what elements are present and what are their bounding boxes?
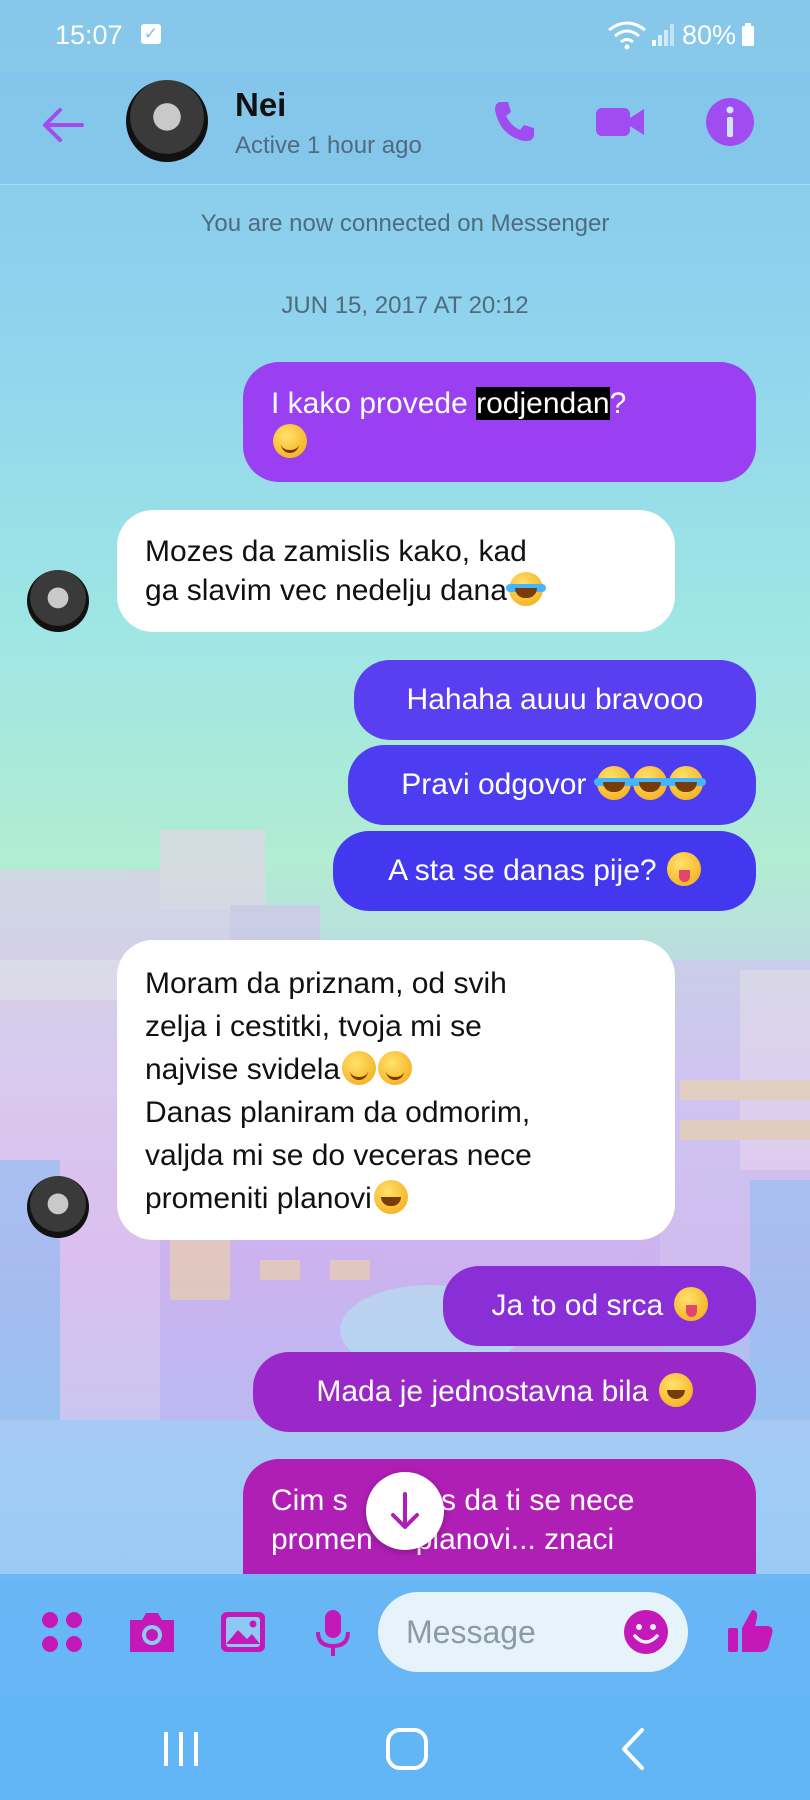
- message-bubble-sent[interactable]: Pravi odgovor: [348, 745, 756, 825]
- thumbs-up-icon[interactable]: [722, 1604, 778, 1660]
- info-icon[interactable]: [702, 94, 758, 150]
- tears-of-joy-emoji-icon: [665, 766, 706, 800]
- tongue-out-emoji-icon: [666, 852, 701, 886]
- tears-of-joy-emoji-icon: [593, 766, 634, 800]
- highlighted-word: rodjendan: [476, 387, 610, 420]
- tears-of-joy-emoji-icon: [629, 766, 670, 800]
- scroll-to-bottom-button[interactable]: [366, 1472, 444, 1550]
- system-navigation-bar: [0, 1696, 810, 1800]
- message-input[interactable]: Message: [378, 1592, 688, 1672]
- wifi-icon: [608, 21, 646, 50]
- smiling-emoji-icon: [378, 1051, 413, 1085]
- laughing-emoji-icon: [658, 1373, 693, 1407]
- date-separator: JUN 15, 2017 AT 20:12: [281, 292, 529, 319]
- message-bubble-sent[interactable]: Mada je jednostavna bila: [253, 1352, 756, 1432]
- contact-avatar-small[interactable]: [27, 1176, 89, 1238]
- message-text: Danas planiram da odmorim,: [145, 1096, 531, 1129]
- signal-icon: [652, 24, 674, 46]
- arrow-down-icon: [391, 1492, 419, 1529]
- contact-name[interactable]: Nei: [235, 86, 286, 124]
- message-text: Mada je jednostavna bila: [316, 1375, 649, 1408]
- clock: 15:07: [55, 20, 123, 50]
- home-icon[interactable]: [382, 1726, 432, 1772]
- message-text: Pravi odgovor: [401, 768, 587, 801]
- message-text: Moram da priznam, od svih: [145, 967, 507, 1000]
- message-placeholder: Message: [406, 1614, 536, 1650]
- message-text: A sta se danas pije?: [388, 854, 657, 887]
- more-actions-icon[interactable]: [34, 1604, 90, 1660]
- contact-avatar[interactable]: [126, 80, 208, 162]
- wink-emoji-icon: [273, 424, 307, 458]
- message-bubble-received[interactable]: Mozes da zamislis kako, kad ga slavim ve…: [117, 510, 675, 632]
- message-text: valjda mi se do veceras nece: [145, 1139, 532, 1172]
- message-text: Hahaha auuu bravooo: [406, 683, 704, 716]
- status-bar: 15:07 ✓ 80%: [0, 0, 810, 72]
- message-text: I kako provede: [271, 387, 477, 420]
- smiling-emoji-icon: [342, 1051, 377, 1085]
- message-text: Ja to od srca: [491, 1289, 664, 1322]
- microphone-icon[interactable]: [305, 1604, 361, 1660]
- emoji-picker-icon[interactable]: [622, 1608, 670, 1656]
- battery-icon: [742, 23, 754, 46]
- conversation-header: Nei Active 1 hour ago: [0, 72, 810, 185]
- message-text: ga slavim vec nedelju dana: [145, 574, 507, 607]
- message-text: zelja i cestitki, tvoja mi se: [145, 1010, 482, 1043]
- notification-check-icon: ✓: [141, 24, 161, 44]
- message-text: promen: [271, 1523, 373, 1556]
- message-text: Cim s: [271, 1484, 348, 1517]
- message-text: las da ti se nece: [417, 1484, 635, 1517]
- phone-call-icon[interactable]: [486, 94, 542, 150]
- message-list[interactable]: You are now connected on Messenger JUN 1…: [0, 184, 810, 1574]
- message-bubble-received[interactable]: Moram da priznam, od svih zelja i cestit…: [117, 940, 675, 1240]
- message-text: promeniti planovi: [145, 1182, 372, 1215]
- contact-avatar-small[interactable]: [27, 570, 89, 632]
- battery-percent: 80%: [682, 20, 737, 50]
- grinning-emoji-icon: [373, 1180, 408, 1214]
- message-text: ?: [609, 387, 627, 420]
- tears-of-joy-emoji-icon: [505, 572, 546, 606]
- message-text: najvise svidela: [145, 1053, 341, 1086]
- tongue-out-emoji-icon: [673, 1287, 708, 1321]
- message-bubble-sent[interactable]: Cim s las da ti se nece promen i planovi..…: [243, 1459, 756, 1574]
- connected-notice: You are now connected on Messenger: [200, 210, 610, 237]
- active-status: Active 1 hour ago: [235, 132, 422, 159]
- composer-bar: Message: [0, 1574, 810, 1696]
- message-bubble-sent[interactable]: I kako provede rodjendan?: [243, 362, 756, 482]
- message-text: Mozes da zamislis kako, kad: [145, 535, 527, 568]
- gallery-icon[interactable]: [215, 1604, 271, 1660]
- message-bubble-sent[interactable]: Ja to od srca: [443, 1266, 756, 1346]
- back-icon[interactable]: [610, 1726, 660, 1772]
- camera-icon[interactable]: [124, 1604, 180, 1660]
- video-call-icon[interactable]: [592, 94, 648, 150]
- message-bubble-sent[interactable]: Hahaha auuu bravooo: [354, 660, 756, 740]
- message-bubble-sent[interactable]: A sta se danas pije?: [333, 831, 756, 911]
- recent-apps-icon[interactable]: [156, 1726, 206, 1772]
- back-arrow-icon[interactable]: [38, 100, 88, 150]
